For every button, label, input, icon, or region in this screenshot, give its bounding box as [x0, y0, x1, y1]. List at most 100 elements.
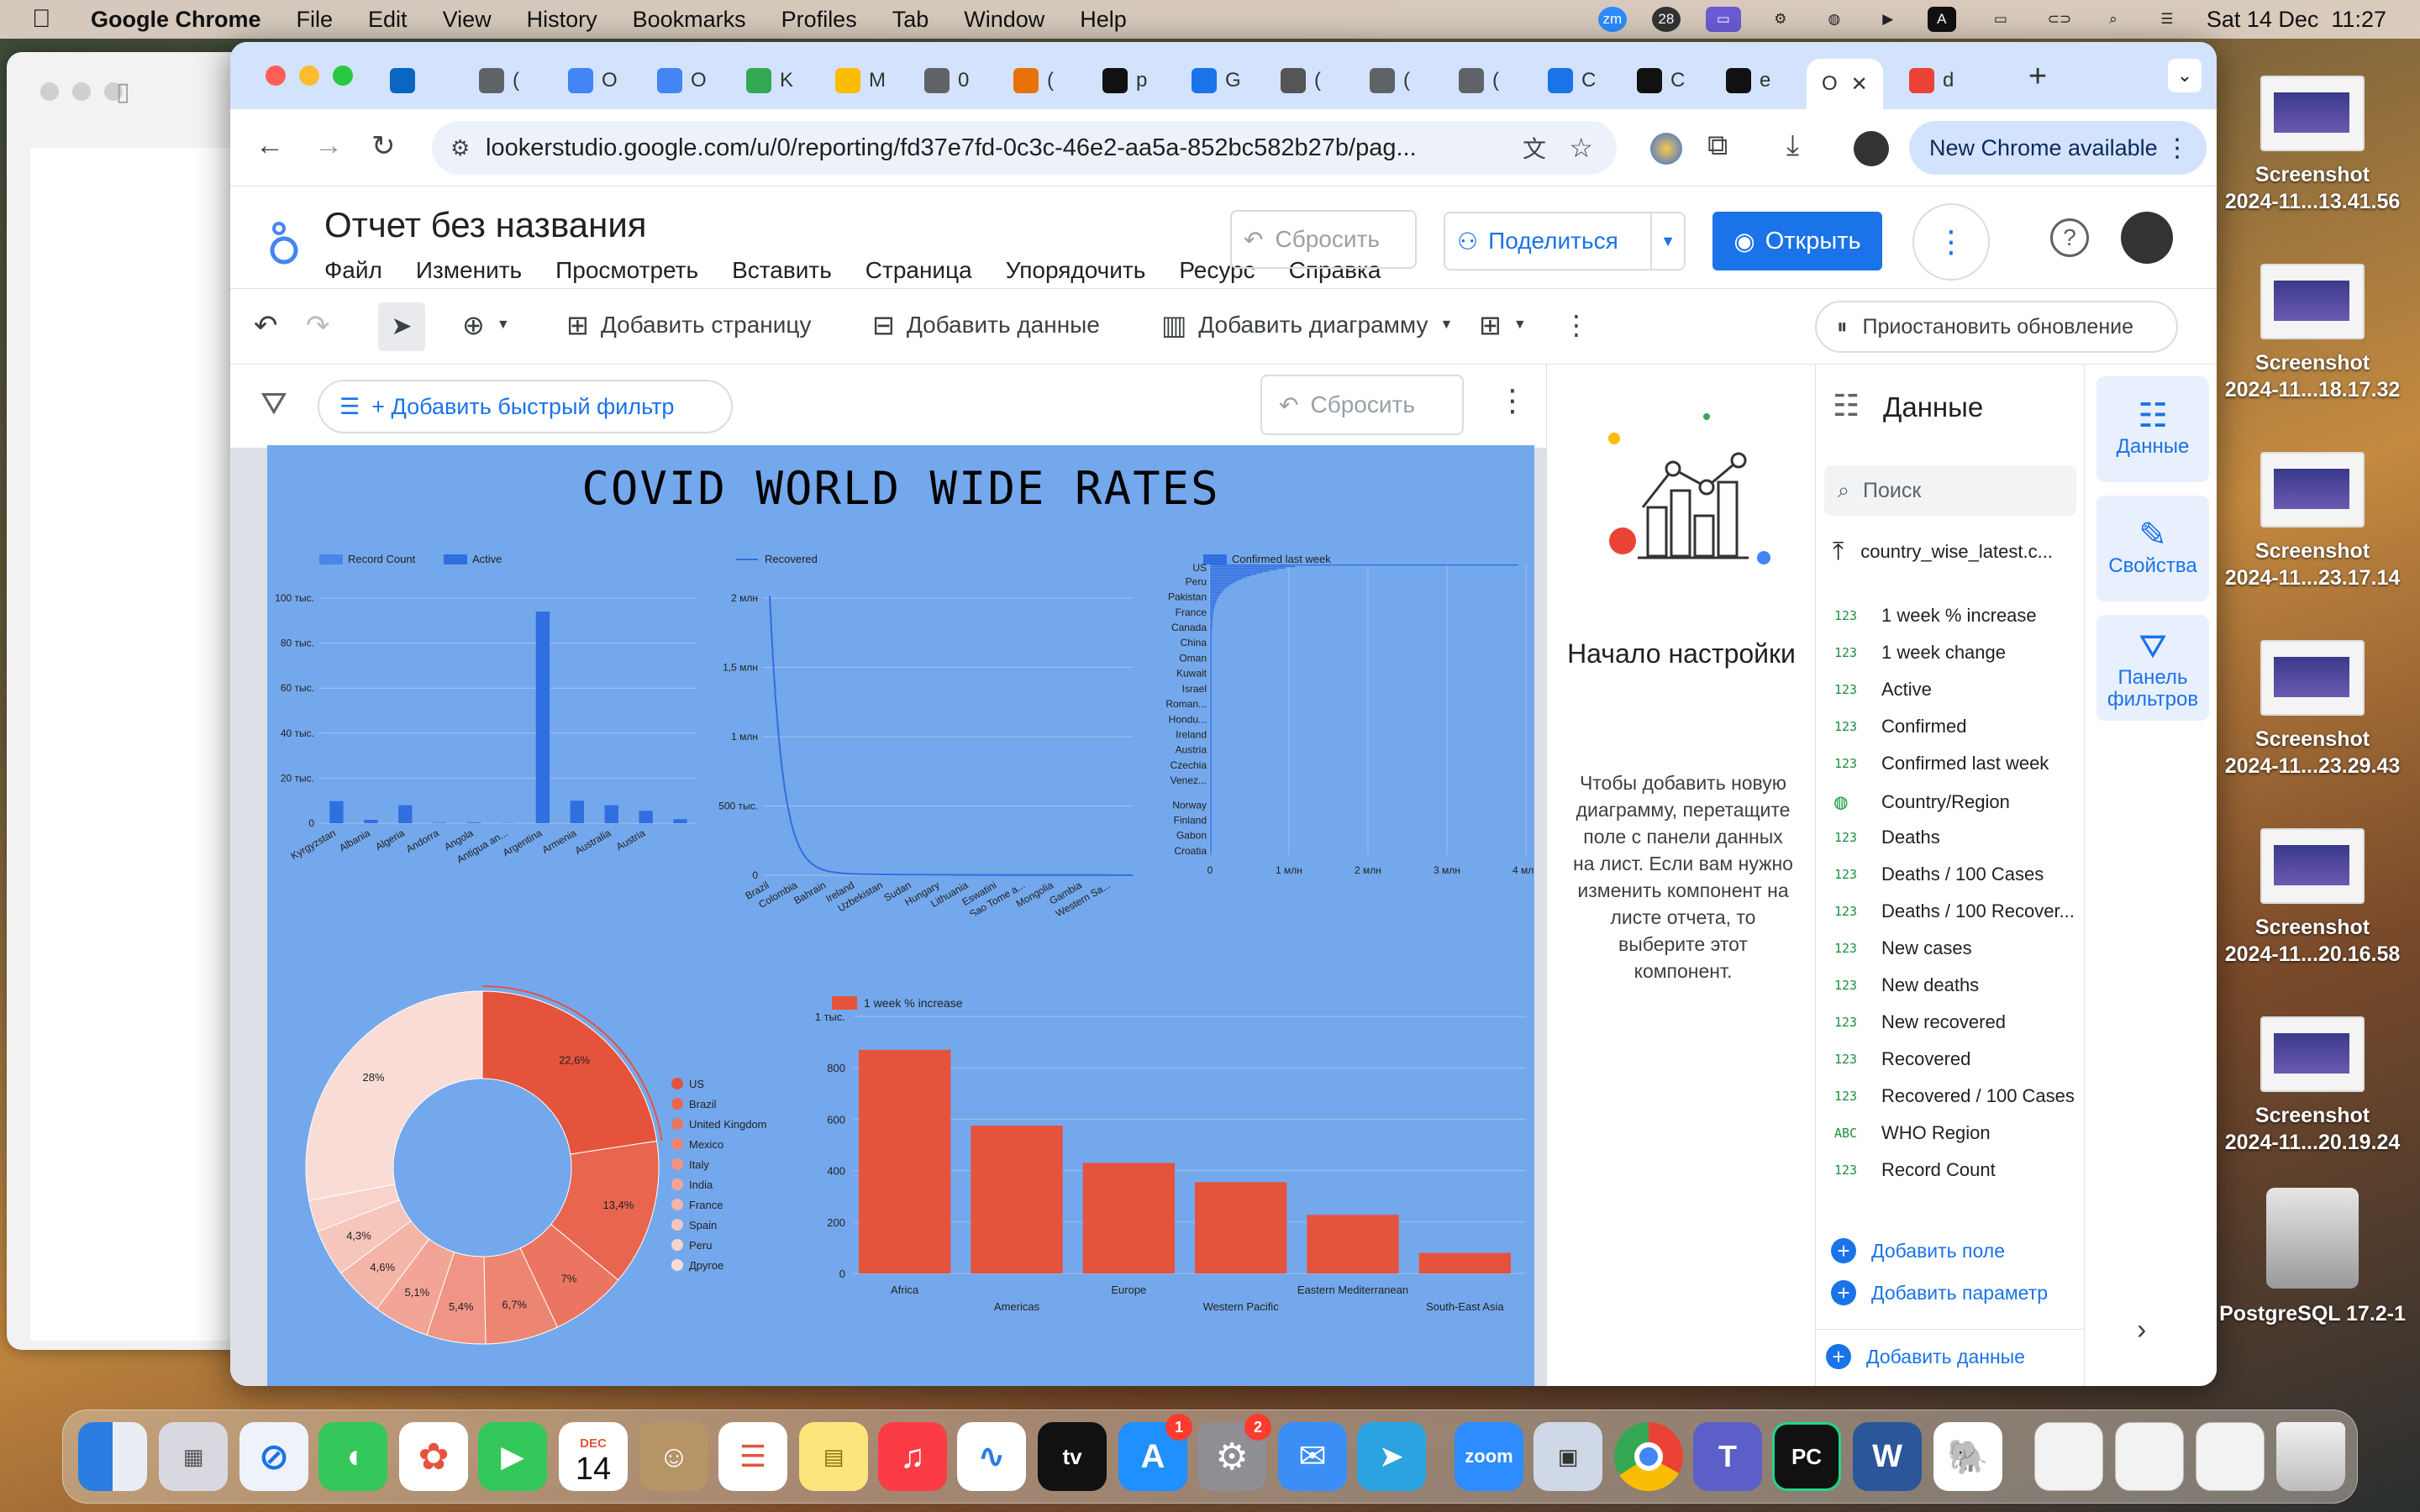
share-dropdown-icon[interactable]: ▼	[1650, 213, 1684, 269]
apple-tv-icon[interactable]: tv	[1038, 1422, 1107, 1491]
zoom-icon[interactable]: ⊕ ▼	[462, 309, 510, 341]
menu-edit-ru[interactable]: Изменить	[416, 257, 522, 284]
field-item[interactable]: 123 Deaths / 100 Cases	[1834, 864, 2044, 885]
tab-active[interactable]: O ✕	[1807, 59, 1883, 109]
redo-icon[interactable]: ↷	[306, 309, 330, 343]
tab[interactable]: C	[1637, 59, 1685, 102]
sidebar-toggle-icon[interactable]: ▯	[116, 77, 130, 107]
tab[interactable]: (	[479, 59, 519, 102]
finder-icon[interactable]	[78, 1422, 147, 1491]
link-icon[interactable]: ⊂⊃	[2045, 7, 2074, 32]
looker-logo-icon[interactable]	[266, 217, 304, 267]
launchpad-icon[interactable]: ▦	[159, 1422, 228, 1491]
menu-page-ru[interactable]: Страница	[865, 257, 972, 284]
teams-icon[interactable]: T	[1693, 1422, 1762, 1491]
menu-tab[interactable]: Tab	[892, 7, 929, 33]
bookmark-star-icon[interactable]: ☆	[1569, 132, 1593, 164]
field-item[interactable]: 123 New recovered	[1834, 1011, 2006, 1033]
report-title-input[interactable]: Отчет без названия	[324, 205, 647, 245]
apple-menu-icon[interactable]: 	[32, 5, 82, 34]
report-page[interactable]: COVID WORLD WIDE RATES Record Count Activ…	[267, 445, 1534, 1386]
menu-bookmarks[interactable]: Bookmarks	[633, 7, 746, 33]
field-item[interactable]: 123 New deaths	[1834, 974, 1979, 996]
pycharm-icon[interactable]: PC	[1772, 1422, 1841, 1491]
rail-data-tab[interactable]: ☷ Данные	[2096, 376, 2209, 482]
report-heading[interactable]: COVID WORLD WIDE RATES	[267, 462, 1534, 515]
tab[interactable]: (	[1370, 59, 1410, 102]
pause-updates-button[interactable]: ⏸ Приостановить обновление	[1815, 301, 2178, 353]
screen-share-icon[interactable]: ▭	[1705, 7, 1741, 32]
add-control-icon[interactable]: ⊞ ▼	[1479, 309, 1527, 341]
zoom-app-icon[interactable]: zoom	[1455, 1422, 1523, 1491]
field-item[interactable]: 123 Confirmed	[1834, 716, 1966, 738]
menubar-clock[interactable]: Sat 14 Dec 11:27	[2207, 7, 2386, 33]
zoom-status-icon[interactable]: zm	[1597, 7, 1627, 32]
new-tab-button[interactable]: +	[2028, 59, 2047, 95]
menu-profiles[interactable]: Profiles	[781, 7, 857, 33]
pgadmin-icon[interactable]: 🐘	[1933, 1422, 2002, 1491]
add-chart-button[interactable]: ▥ Добавить диаграмму ▼	[1161, 309, 1453, 341]
menu-file[interactable]: File	[297, 7, 334, 33]
mail-icon[interactable]: ✉	[1278, 1422, 1347, 1491]
extensions-puzzle-icon[interactable]: ⧉	[1707, 129, 1728, 162]
teams-status-icon[interactable]: ⚙	[1766, 7, 1795, 32]
add-field-button[interactable]: + Добавить поле	[1831, 1238, 2005, 1263]
minimize-dot[interactable]	[72, 82, 91, 101]
site-info-icon[interactable]: ⚙	[450, 135, 470, 161]
menu-arrange-ru[interactable]: Упорядочить	[1006, 257, 1146, 284]
photos-icon[interactable]: ✿	[399, 1422, 468, 1491]
add-data-button[interactable]: ⊟ Добавить данные	[872, 309, 1100, 341]
tab[interactable]: (	[1459, 59, 1499, 102]
menu-view[interactable]: View	[443, 7, 492, 33]
address-bar[interactable]: ⚙ lookerstudio.google.com/u/0/reporting/…	[432, 121, 1617, 175]
badge-status-icon[interactable]: 28	[1651, 7, 1681, 32]
word-icon[interactable]: W	[1853, 1422, 1922, 1491]
menu-view-ru[interactable]: Просмотреть	[555, 257, 698, 284]
desktop-screenshot-file[interactable]: Screenshot 2024-11...23.29.43	[2218, 640, 2407, 780]
close-dot[interactable]	[40, 82, 59, 101]
recent-window-icon[interactable]	[2115, 1422, 2184, 1491]
reload-button[interactable]: ↻	[371, 129, 396, 163]
safari-icon[interactable]: ⊘	[239, 1422, 308, 1491]
tab[interactable]: C	[1548, 59, 1596, 102]
notes-icon[interactable]: ▤	[799, 1422, 868, 1491]
desktop-screenshot-file[interactable]: Screenshot 2024-11...23.17.14	[2218, 452, 2407, 591]
tab[interactable]: O	[568, 59, 618, 102]
field-item[interactable]: 123 Deaths / 100 Recover...	[1834, 900, 2075, 922]
rail-filters-tab[interactable]: ⛛ Панель фильтров	[2096, 615, 2209, 721]
add-page-button[interactable]: ⊞ Добавить страницу	[566, 309, 811, 341]
active-by-country-chart[interactable]: Record Count Active 0 20 тыс. 40 тыс. 60 тыс.…	[267, 546, 713, 916]
postgresql-disk[interactable]: PostgreSQL 17.2-1	[2218, 1188, 2407, 1327]
rail-properties-tab[interactable]: ✎ Свойства	[2096, 496, 2209, 601]
menu-edit[interactable]: Edit	[368, 7, 408, 33]
recent-window-icon[interactable]	[2196, 1422, 2265, 1491]
share-button[interactable]: ⚇ Поделиться ▼	[1444, 212, 1686, 270]
preview-icon[interactable]: ▣	[1534, 1422, 1602, 1491]
menu-help[interactable]: Help	[1080, 7, 1127, 33]
chrome-dock-icon[interactable]	[1614, 1422, 1683, 1491]
tab[interactable]: K	[746, 59, 793, 102]
menu-insert-ru[interactable]: Вставить	[732, 257, 832, 284]
user-avatar[interactable]	[2121, 212, 2173, 264]
messages-icon[interactable]: ◖	[318, 1422, 387, 1491]
select-cursor-icon[interactable]: ➤	[378, 302, 425, 351]
reset-button[interactable]: ↶ Сбросить	[1230, 210, 1417, 269]
battery-icon[interactable]: ▭	[1981, 7, 2020, 32]
confirmed-last-week-chart[interactable]: Confirmed last week 0 1 млн 2 млн 3 млн 4 млн…	[1150, 546, 1534, 916]
field-item[interactable]: 123 Recovered	[1834, 1048, 1970, 1070]
recent-window-icon[interactable]	[2034, 1422, 2103, 1491]
tab[interactable]: p	[1102, 59, 1147, 102]
tab[interactable]: G	[1192, 59, 1241, 102]
app-menu[interactable]: Google Chrome	[91, 7, 261, 33]
filter-more-icon[interactable]: ⋮	[1497, 383, 1528, 418]
tab[interactable]: d	[1909, 59, 1954, 102]
add-data-bottom-button[interactable]: + Добавить данные	[1826, 1344, 2025, 1369]
extension-icon[interactable]	[1650, 133, 1682, 165]
add-quick-filter-button[interactable]: ☰ + Добавить быстрый фильтр	[318, 380, 733, 433]
open-button[interactable]: ◉ Открыть	[1712, 212, 1882, 270]
minimize-window-button[interactable]	[299, 66, 319, 86]
help-icon[interactable]: ?	[2050, 218, 2089, 257]
menu-history[interactable]: History	[527, 7, 597, 33]
play-icon[interactable]: ▶	[1874, 7, 1902, 32]
more-options-button[interactable]: ⋮	[1912, 203, 1990, 281]
